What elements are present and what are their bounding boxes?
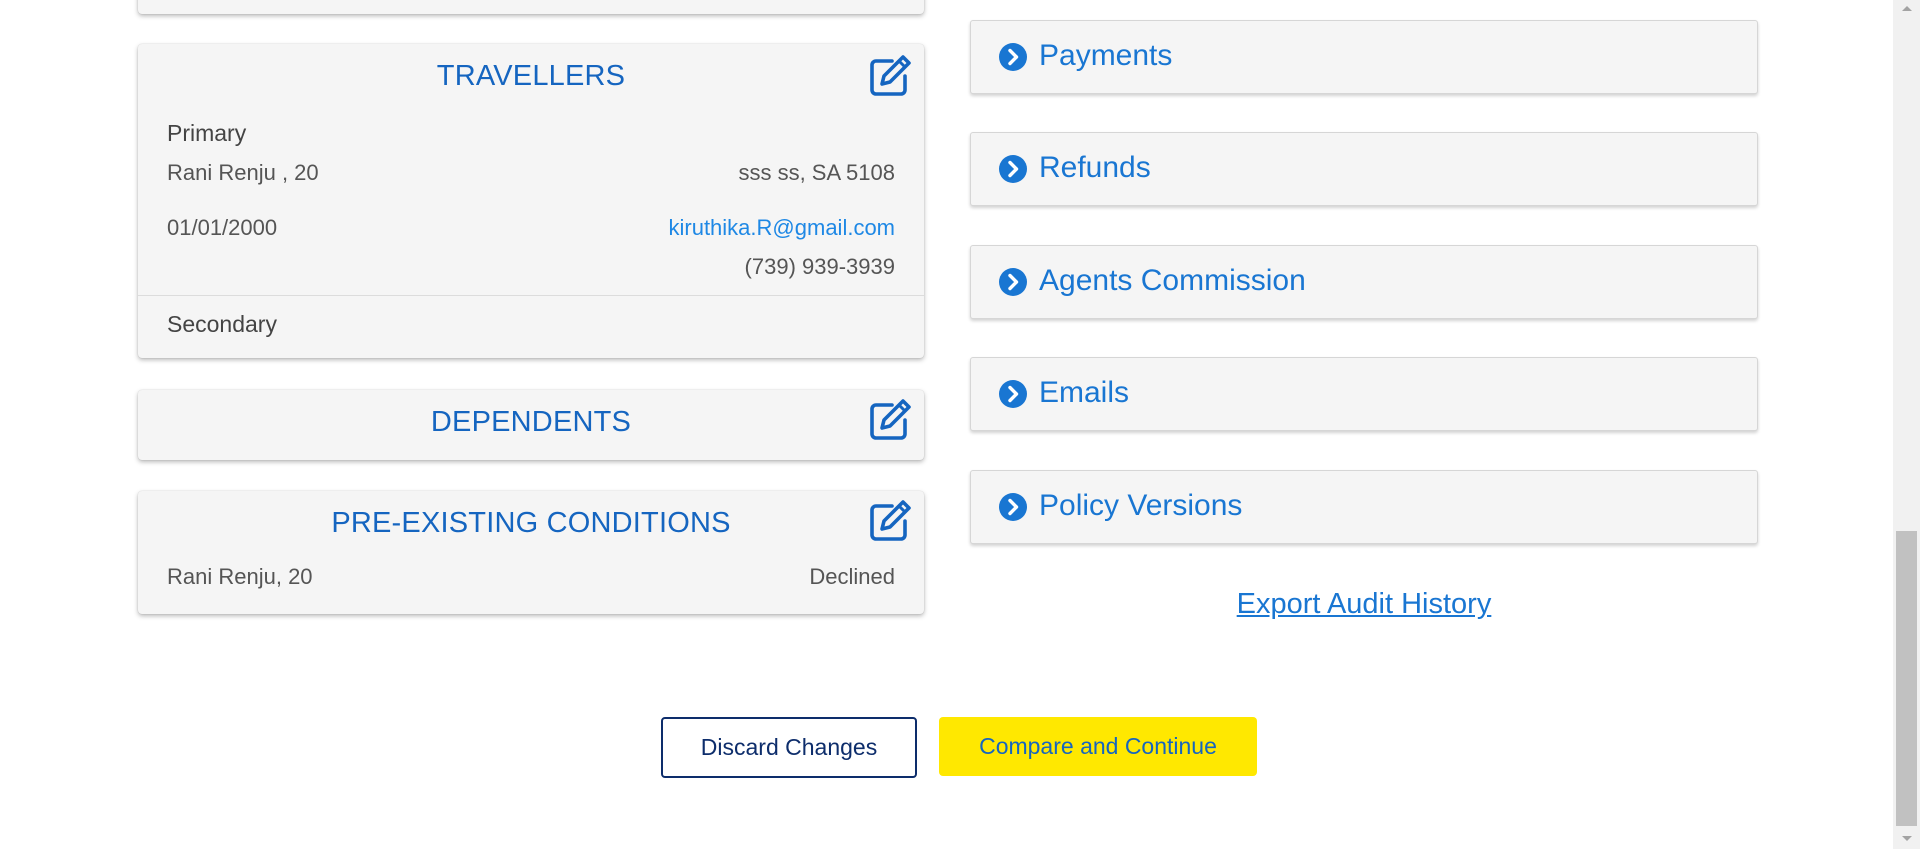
vertical-scrollbar[interactable]: [1893, 0, 1920, 849]
export-audit-history-link[interactable]: Export Audit History: [1180, 588, 1548, 621]
dependents-edit-button[interactable]: [868, 398, 912, 440]
scroll-up-arrow-icon[interactable]: [1893, 0, 1920, 17]
chevron-right-circle-icon: [998, 379, 1028, 409]
primary-address: sss ss, SA 5108: [738, 160, 895, 185]
traveller-divider: [138, 295, 924, 296]
travellers-card: TRAVELLERS Primary Rani Renju , 20 sss s…: [138, 44, 924, 358]
primary-dob: 01/01/2000: [167, 215, 278, 240]
accordion-payments[interactable]: Payments: [970, 20, 1758, 94]
chevron-right-circle-icon: [998, 154, 1028, 184]
preexisting-status: Declined: [809, 564, 895, 589]
accordion-agents-commission[interactable]: Agents Commission: [970, 245, 1758, 319]
preexisting-edit-button[interactable]: [868, 499, 912, 541]
accordion-refunds[interactable]: Refunds: [970, 132, 1758, 206]
accordion-label: Refunds: [1039, 151, 1151, 184]
chevron-right-circle-icon: [998, 267, 1028, 297]
scroll-down-arrow-icon[interactable]: [1893, 829, 1920, 849]
secondary-label: Secondary: [167, 311, 277, 337]
primary-phone: (739) 939-3939: [744, 254, 895, 279]
preexisting-title: PRE-EXISTING CONDITIONS: [331, 507, 731, 539]
chevron-right-circle-icon: [998, 42, 1028, 72]
travellers-title: TRAVELLERS: [436, 60, 626, 92]
primary-email[interactable]: kiruthika.R@gmail.com: [669, 215, 896, 241]
compare-and-continue-button[interactable]: Compare and Continue: [939, 717, 1257, 776]
page: TRAVELLERS Primary Rani Renju , 20 sss s…: [0, 0, 1920, 849]
travellers-edit-button[interactable]: [868, 54, 912, 96]
accordion-label: Payments: [1039, 39, 1173, 72]
preexisting-person: Rani Renju, 20: [167, 564, 313, 589]
discard-changes-button[interactable]: Discard Changes: [661, 717, 917, 778]
accordion-emails[interactable]: Emails: [970, 357, 1758, 431]
previous-card: [138, 0, 924, 14]
edit-icon: [870, 399, 911, 440]
preexisting-conditions-card: PRE-EXISTING CONDITIONS Rani Renju, 20 D…: [138, 491, 924, 614]
edit-icon: [870, 55, 911, 96]
chevron-right-circle-icon: [998, 492, 1028, 522]
primary-name-age: Rani Renju , 20: [167, 160, 319, 185]
primary-label: Primary: [167, 120, 247, 146]
accordion-policy-versions[interactable]: Policy Versions: [970, 470, 1758, 544]
accordion-label: Policy Versions: [1039, 489, 1243, 522]
edit-icon: [870, 500, 911, 541]
dependents-title: DEPENDENTS: [430, 406, 632, 438]
dependents-card: DEPENDENTS: [138, 390, 924, 460]
accordion-label: Agents Commission: [1039, 264, 1306, 297]
accordion-label: Emails: [1039, 376, 1130, 409]
scrollbar-thumb[interactable]: [1896, 531, 1917, 826]
